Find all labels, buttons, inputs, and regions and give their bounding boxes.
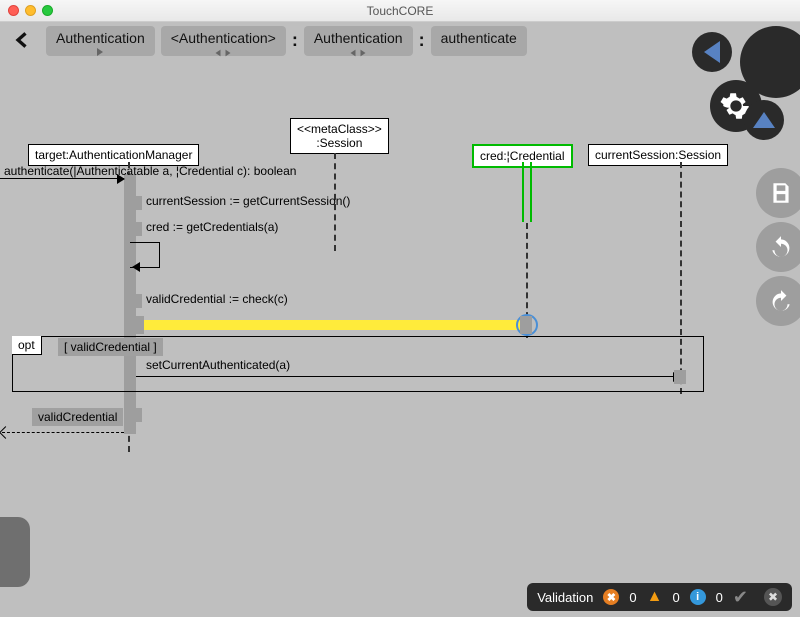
macos-titlebar: TouchCORE [0,0,800,22]
activation-bar [130,222,142,236]
check-icon: ✔ [733,587,748,608]
lifeline-current-session[interactable]: currentSession:Session [588,144,728,166]
breadcrumb-label: Authentication [56,30,145,46]
warning-count: 0 [672,590,679,605]
back-button[interactable] [6,26,40,54]
breadcrumb-item-2[interactable]: <Authentication> [161,26,286,56]
activation-bar [520,316,532,334]
message-get-current-session[interactable]: currentSession := getCurrentSession() [146,194,350,208]
guard-condition[interactable]: [ validCredential ] [58,338,163,356]
message-set-authenticated[interactable]: setCurrentAuthenticated(a) [146,358,290,372]
breadcrumb-label: authenticate [441,30,517,46]
breadcrumb-label: Authentication [314,30,403,46]
side-panel-handle[interactable] [0,517,30,587]
lifeline-line-highlight [522,162,524,222]
activation-bar [130,294,142,308]
message-arrow[interactable] [136,376,680,377]
warning-icon: ▲ [647,588,663,606]
opt-label[interactable]: opt [12,336,42,355]
return-label[interactable]: validCredential [32,408,123,426]
arrow-head-icon [130,262,142,272]
lifeline-label: :Session [297,136,382,150]
breadcrumb-item-4[interactable]: authenticate [431,26,527,56]
validation-label: Validation [537,590,593,605]
breadcrumb-sep: : [292,26,298,51]
message-get-credentials[interactable]: cred := getCredentials(a) [146,220,278,234]
info-icon: i [690,589,706,605]
info-count: 0 [716,590,723,605]
chevrons-icon [348,48,368,58]
message-authenticate[interactable]: authenticate(|Authenticatable a, ¦Creden… [4,164,296,178]
lifeline-session[interactable]: <<metaClass>> :Session [290,118,389,154]
message-arrow[interactable] [0,178,124,179]
activation-bar [130,408,142,422]
message-check[interactable]: validCredential := check(c) [146,292,288,306]
breadcrumb-label: <Authentication> [171,30,276,46]
diagram-canvas[interactable]: target:AuthenticationManager <<metaClass… [0,58,800,595]
chevrons-icon [213,48,233,58]
lifeline-line-highlight [530,162,532,222]
chevron-right-icon [94,46,106,58]
breadcrumb-sep: : [419,26,425,51]
window-title: TouchCORE [0,4,800,18]
activation-bar [130,316,144,334]
error-count: 0 [629,590,636,605]
top-toolbar: Authentication <Authentication> : Authen… [0,22,800,58]
close-icon[interactable]: ✖ [764,588,782,606]
highlighted-message[interactable] [144,320,522,330]
return-arrow[interactable] [2,432,124,433]
validation-statusbar[interactable]: Validation ✖ 0 ▲ 0 i 0 ✔ ✖ [527,583,792,611]
stereotype-label: <<metaClass>> [297,122,382,136]
activation-bar [674,370,686,384]
activation-bar [130,196,142,210]
error-icon: ✖ [603,589,619,605]
lifeline-target[interactable]: target:AuthenticationManager [28,144,199,166]
breadcrumb-item-3[interactable]: Authentication [304,26,413,56]
breadcrumb-item-1[interactable]: Authentication [46,26,155,56]
